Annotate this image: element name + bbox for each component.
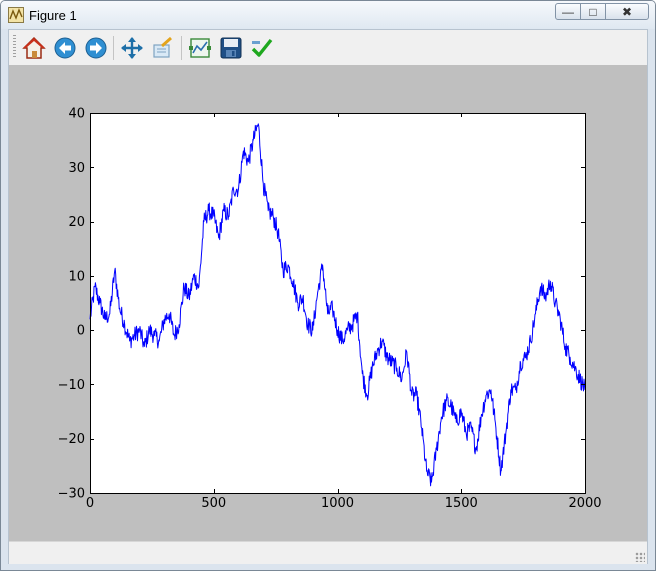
figure-app-icon	[8, 7, 24, 23]
x-tick-label: 1000	[321, 496, 354, 511]
back-arrow-icon	[54, 37, 76, 59]
minimize-button[interactable]: —	[555, 3, 581, 20]
pan-button[interactable]	[119, 35, 145, 61]
maximize-button[interactable]: □	[580, 3, 606, 20]
y-tick-label: 10	[68, 269, 85, 284]
toolbar-separator	[113, 36, 114, 60]
toolbar-separator	[181, 36, 182, 60]
home-icon	[22, 36, 46, 59]
subplots-icon	[189, 38, 211, 58]
y-tick-label: −30	[58, 487, 85, 502]
y-tick-label: 30	[68, 161, 85, 176]
home-button[interactable]	[21, 35, 47, 61]
figure-canvas[interactable]: 0 500 1000 1500 2000 −30 −20 −10 0 10 20 30 40	[9, 65, 647, 541]
y-tick-label: 0	[77, 324, 85, 339]
move-icon	[121, 37, 143, 59]
y-tick-label: 40	[68, 107, 85, 122]
app-window: Figure 1 — □ ✖ 0 500 1000 1500 2000 −30 …	[0, 0, 656, 571]
navigation-toolbar	[9, 30, 647, 65]
checkmark-icon	[251, 38, 273, 57]
zoom-rect-icon	[153, 36, 172, 58]
back-button[interactable]	[52, 35, 78, 61]
x-tick-label: 1500	[445, 496, 478, 511]
y-tick-label: −10	[58, 378, 85, 393]
title-bar[interactable]: Figure 1 — □ ✖	[1, 1, 655, 29]
figure-client-area: 0 500 1000 1500 2000 −30 −20 −10 0 10 20 30 40	[8, 29, 648, 564]
x-tick-label: 2000	[568, 496, 601, 511]
subplots-button[interactable]	[187, 35, 213, 61]
axes-background	[90, 113, 585, 493]
window-controls: — □ ✖	[555, 3, 649, 20]
y-tick-label: 20	[68, 215, 85, 230]
toolbar-grip[interactable]	[13, 35, 16, 59]
window-title: Figure 1	[29, 8, 77, 23]
save-button[interactable]	[218, 35, 244, 61]
status-bar	[9, 541, 647, 564]
zoom-button[interactable]	[150, 35, 176, 61]
close-button[interactable]: ✖	[605, 3, 649, 20]
x-tick-label: 500	[201, 496, 226, 511]
forward-button[interactable]	[83, 35, 109, 61]
forward-arrow-icon	[85, 37, 107, 59]
resize-grip-icon[interactable]	[635, 552, 645, 562]
y-tick-label: −20	[58, 432, 85, 447]
edit-axis-button[interactable]	[249, 35, 275, 61]
line-chart[interactable]: 0 500 1000 1500 2000 −30 −20 −10 0 10 20 30 40	[9, 65, 647, 541]
save-icon	[220, 37, 242, 59]
x-tick-label: 0	[86, 496, 94, 511]
